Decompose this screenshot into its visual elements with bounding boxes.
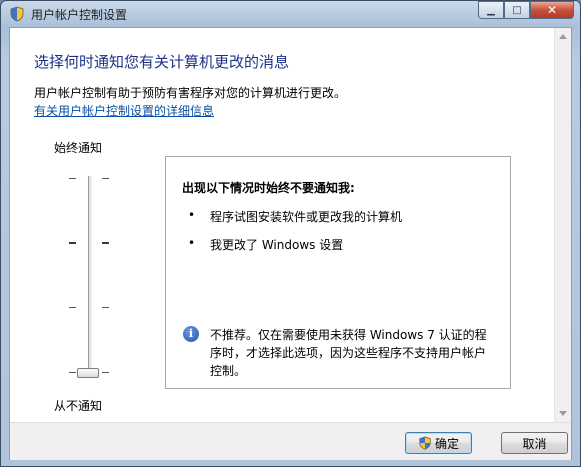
uac-settings-window: 用户帐户控制设置 ▁ □ ✕ 选择何时通知您有关计算机更改的消息 用户帐户控制有… (0, 0, 581, 467)
caption-buttons: ▁ □ ✕ (478, 1, 574, 19)
notification-slider-thumb[interactable] (77, 368, 99, 378)
slider-tick (69, 242, 76, 244)
slider-top-label: 始终通知 (54, 141, 103, 155)
help-link[interactable]: 有关用户帐户控制设置的详细信息 (34, 102, 214, 119)
page-description: 用户帐户控制有助于预防有害程序对您的计算机进行更改。 (34, 86, 347, 100)
panel-title: 出现以下情况时始终不要通知我: (182, 181, 355, 195)
close-button[interactable]: ✕ (530, 1, 574, 19)
minimize-button[interactable]: ▁ (478, 1, 504, 19)
dialog-content: 选择何时通知您有关计算机更改的消息 用户帐户控制有助于预防有害程序对您的计算机进… (9, 27, 572, 460)
notification-slider-track[interactable] (88, 176, 92, 374)
ok-button-label: 确定 (434, 436, 459, 451)
recommendation-note: 不推荐。仅在需要使用未获得 Windows 7 认证的程序时，才选择此选项，因为… (210, 328, 487, 378)
scroll-down-icon[interactable] (559, 411, 567, 416)
bullet-item: 我更改了 Windows 设置 (210, 238, 344, 252)
maximize-button[interactable]: □ (504, 1, 530, 19)
close-icon: ✕ (546, 3, 558, 17)
bullet-icon: • (188, 236, 196, 250)
cancel-button[interactable]: 取消 (501, 432, 568, 454)
ok-button[interactable]: 确定 (405, 432, 472, 454)
page-heading: 选择何时通知您有关计算机更改的消息 (34, 53, 290, 71)
vertical-scrollbar[interactable] (554, 28, 571, 422)
uac-shield-icon (419, 436, 431, 450)
slider-tick (69, 307, 76, 308)
window-title: 用户帐户控制设置 (31, 8, 128, 22)
slider-tick (102, 178, 109, 179)
info-icon: i (183, 326, 199, 342)
scroll-up-icon[interactable] (559, 34, 567, 39)
bullet-item: 程序试图安装软件或更改我的计算机 (210, 210, 403, 224)
maximize-icon: □ (512, 4, 522, 16)
level-description-panel: 出现以下情况时始终不要通知我: • 程序试图安装软件或更改我的计算机 • 我更改… (165, 156, 511, 389)
cancel-button-label: 取消 (522, 436, 547, 451)
title-bar[interactable]: 用户帐户控制设置 ▁ □ ✕ (1, 1, 580, 27)
minimize-icon: ▁ (487, 4, 495, 16)
button-bar: 确定 取消 (10, 422, 571, 460)
slider-tick (69, 178, 76, 179)
uac-shield-icon (10, 6, 24, 22)
slider-tick (102, 372, 109, 373)
bullet-icon: • (188, 208, 196, 222)
slider-bottom-label: 从不通知 (54, 399, 103, 413)
slider-tick (102, 242, 109, 244)
slider-tick (102, 307, 109, 308)
slider-tick (69, 372, 76, 373)
